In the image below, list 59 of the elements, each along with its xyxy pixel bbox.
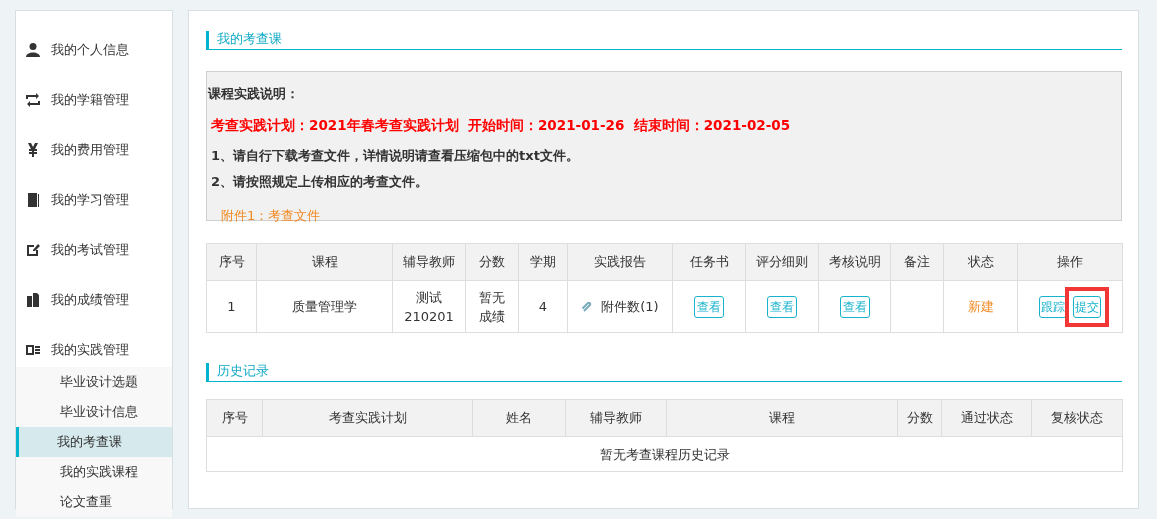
plan-info: 考查实践计划：2021年春考查实践计划 开始时间：2021-01-26 结束时间：2021-02-05 bbox=[210, 117, 791, 135]
submenu-item[interactable]: 我的实践课程 bbox=[16, 457, 172, 487]
sidebar-item[interactable]: 我的学籍管理 bbox=[16, 75, 172, 125]
status-cell: 新建 bbox=[943, 280, 1018, 333]
section-title: 我的考查课 bbox=[206, 31, 1122, 50]
column-header: 任务书 bbox=[672, 243, 746, 281]
menu-item-icon bbox=[25, 342, 41, 358]
empty-message: 暂无考查课程历史记录 bbox=[206, 436, 1123, 472]
column-header: 考查实践计划 bbox=[262, 399, 473, 437]
column-header: 分数 bbox=[465, 243, 519, 281]
menu-item-icon bbox=[25, 42, 41, 58]
column-header: 辅导教师 bbox=[392, 243, 466, 281]
sidebar-item-label: 我的学习管理 bbox=[51, 191, 129, 209]
table-cell: 暂无 成绩 bbox=[465, 280, 519, 333]
table-cell: 测试 210201 bbox=[392, 280, 466, 333]
column-header: 课程 bbox=[256, 243, 393, 281]
sidebar-item-label: 我的实践管理 bbox=[51, 341, 129, 359]
menu-item-icon bbox=[25, 192, 41, 208]
menu-item-icon bbox=[25, 92, 41, 108]
sidebar-item-label: 我的考试管理 bbox=[51, 241, 129, 259]
column-header: 序号 bbox=[206, 399, 263, 437]
sidebar-item[interactable]: 我的考试管理 bbox=[16, 225, 172, 275]
column-header: 课程 bbox=[666, 399, 898, 437]
instruction-text: 1、请自行下载考查文件，详情说明请查看压缩包中的txt文件。 bbox=[211, 148, 579, 163]
column-header: 学期 bbox=[518, 243, 568, 281]
column-header: 序号 bbox=[206, 243, 257, 281]
column-header: 复核状态 bbox=[1031, 399, 1123, 437]
column-header: 姓名 bbox=[472, 399, 566, 437]
submenu-item[interactable]: 论文查重 bbox=[16, 487, 172, 517]
table-cell: 4 bbox=[518, 280, 568, 333]
submenu-item[interactable]: 我的考查课 bbox=[16, 427, 172, 457]
column-header: 考核说明 bbox=[818, 243, 891, 281]
menu-item-icon bbox=[25, 242, 41, 258]
sidebar-item[interactable]: 我的成绩管理 bbox=[16, 275, 172, 325]
sidebar-item-label: 我的学籍管理 bbox=[51, 91, 129, 109]
sidebar-item[interactable]: 我的费用管理 bbox=[16, 125, 172, 175]
column-header: 备注 bbox=[890, 243, 944, 281]
sidebar-item[interactable]: 我的学习管理 bbox=[16, 175, 172, 225]
menu-item-icon bbox=[25, 292, 41, 308]
submenu-item[interactable]: 毕业设计信息 bbox=[16, 397, 172, 427]
column-header: 操作 bbox=[1017, 243, 1123, 281]
section-title: 历史记录 bbox=[206, 363, 1122, 382]
instruction-text: 2、请按照规定上传相应的考查文件。 bbox=[211, 174, 429, 189]
column-header: 评分细则 bbox=[745, 243, 819, 281]
attachment-count-link[interactable]: 附件数(1) bbox=[601, 299, 659, 314]
sidebar-item[interactable]: 我的个人信息 bbox=[16, 25, 172, 75]
table-cell: 质量管理学 bbox=[256, 280, 393, 333]
notice-heading: 课程实践说明： bbox=[208, 85, 299, 103]
column-header: 状态 bbox=[943, 243, 1018, 281]
column-header: 通过状态 bbox=[941, 399, 1032, 437]
table-cell: 1 bbox=[206, 280, 257, 333]
column-header: 分数 bbox=[897, 399, 942, 437]
sidebar-item-label: 我的个人信息 bbox=[51, 41, 129, 59]
sidebar-item-label: 我的成绩管理 bbox=[51, 291, 129, 309]
column-header: 辅导教师 bbox=[565, 399, 667, 437]
paperclip-icon bbox=[581, 301, 594, 314]
column-header: 实践报告 bbox=[567, 243, 673, 281]
menu-item-icon bbox=[25, 142, 41, 158]
sidebar-item-label: 我的费用管理 bbox=[51, 141, 129, 159]
